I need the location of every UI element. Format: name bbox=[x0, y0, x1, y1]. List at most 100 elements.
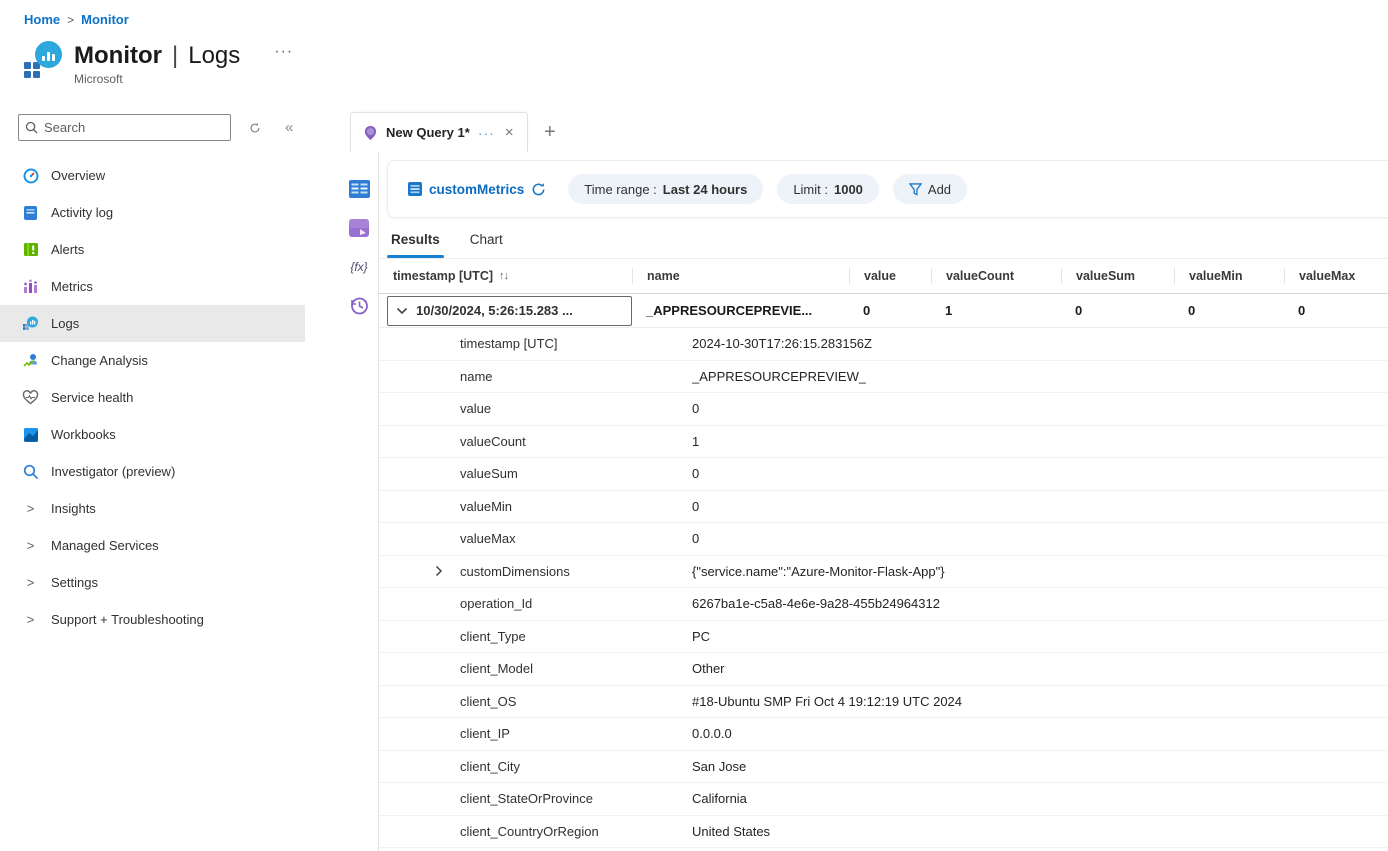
chevron-right-icon: > bbox=[22, 575, 39, 590]
example-queries-panel-icon[interactable] bbox=[348, 217, 370, 239]
query-tab-label: New Query 1* bbox=[386, 125, 470, 140]
sidebar-item-logs[interactable]: Logs bbox=[0, 305, 305, 342]
tab-close-icon[interactable]: × bbox=[503, 124, 516, 141]
results-table-header: timestamp [UTC] ↑↓ name value valueCount… bbox=[379, 258, 1388, 294]
tab-more-options-icon[interactable]: ··· bbox=[478, 125, 495, 141]
refresh-icon[interactable] bbox=[531, 182, 546, 197]
column-header-valuecount[interactable]: valueCount bbox=[931, 268, 1061, 284]
more-options-icon[interactable]: ··· bbox=[274, 43, 293, 61]
column-header-valuesum[interactable]: valueSum bbox=[1061, 268, 1174, 284]
chevron-down-icon[interactable] bbox=[396, 307, 408, 315]
page-title-divider: | bbox=[172, 41, 178, 71]
detail-value: United States bbox=[692, 824, 770, 839]
refresh-menu-icon[interactable] bbox=[249, 122, 261, 134]
sidebar-item-overview[interactable]: Overview bbox=[0, 157, 305, 194]
limit-label: Limit : bbox=[793, 182, 828, 197]
sidebar-group-label: Support + Troubleshooting bbox=[51, 612, 204, 627]
page-title-main: Monitor bbox=[74, 41, 162, 71]
timestamp-cell-focused[interactable]: 10/30/2024, 5:26:15.283 ... bbox=[387, 296, 632, 326]
table-name-label: customMetrics bbox=[429, 182, 524, 197]
sidebar-group-label: Managed Services bbox=[51, 538, 159, 553]
query-builder-bar: customMetrics Time range : Last 24 hours… bbox=[387, 160, 1388, 218]
sidebar-item-workbooks[interactable]: Workbooks bbox=[0, 416, 305, 453]
column-header-valuemax[interactable]: valueMax bbox=[1284, 268, 1388, 284]
tables-panel-icon[interactable] bbox=[348, 178, 370, 200]
detail-row-client-stateorprovince: client_StateOrProvince California bbox=[379, 783, 1388, 816]
sidebar-search[interactable] bbox=[18, 114, 231, 141]
sort-icon[interactable]: ↑↓ bbox=[499, 270, 508, 282]
monitor-logo-icon bbox=[24, 41, 62, 81]
detail-row-client-type: client_Type PC bbox=[379, 621, 1388, 654]
detail-value: California bbox=[692, 791, 747, 806]
collapse-sidebar-icon[interactable]: « bbox=[285, 119, 293, 136]
sidebar-item-alerts[interactable]: Alerts bbox=[0, 231, 305, 268]
functions-panel-icon[interactable]: {fx} bbox=[348, 256, 370, 278]
breadcrumb-home-link[interactable]: Home bbox=[24, 12, 60, 27]
tab-chart[interactable]: Chart bbox=[470, 232, 503, 258]
sidebar-item-label: Service health bbox=[51, 390, 133, 405]
row-valuemax: 0 bbox=[1284, 303, 1388, 318]
query-tab-strip: New Query 1* ··· × + bbox=[340, 108, 1388, 152]
add-filter-pill[interactable]: Add bbox=[893, 174, 967, 204]
detail-key: client_Type bbox=[460, 629, 692, 644]
detail-value: 0 bbox=[692, 401, 699, 416]
filter-icon bbox=[909, 183, 922, 196]
detail-row-customdimensions[interactable]: customDimensions {"service.name":"Azure-… bbox=[379, 556, 1388, 589]
table-row[interactable]: 10/30/2024, 5:26:15.283 ... _APPRESOURCE… bbox=[379, 294, 1388, 328]
detail-row-client-city: client_City San Jose bbox=[379, 751, 1388, 784]
detail-value: {"service.name":"Azure-Monitor-Flask-App… bbox=[692, 564, 945, 579]
time-range-label: Time range : bbox=[584, 182, 657, 197]
sidebar-group-insights[interactable]: > Insights bbox=[0, 490, 305, 527]
table-selector[interactable]: customMetrics bbox=[408, 181, 546, 197]
limit-pill[interactable]: Limit : 1000 bbox=[777, 174, 879, 204]
table-icon bbox=[408, 181, 422, 197]
detail-key: name bbox=[460, 369, 692, 384]
sidebar-group-support-troubleshooting[interactable]: > Support + Troubleshooting bbox=[0, 601, 305, 638]
time-range-pill[interactable]: Time range : Last 24 hours bbox=[568, 174, 763, 204]
detail-row-valuecount: valueCount 1 bbox=[379, 426, 1388, 459]
side-tool-strip: {fx} bbox=[340, 152, 379, 851]
query-tab[interactable]: New Query 1* ··· × bbox=[350, 112, 528, 152]
sidebar-item-label: Metrics bbox=[51, 279, 93, 294]
sidebar-item-service-health[interactable]: Service health bbox=[0, 379, 305, 416]
sidebar-item-investigator[interactable]: Investigator (preview) bbox=[0, 453, 305, 490]
tab-results[interactable]: Results bbox=[391, 232, 440, 258]
breadcrumb-separator: > bbox=[67, 13, 74, 27]
column-header-name[interactable]: name bbox=[632, 268, 849, 284]
column-header-timestamp[interactable]: timestamp [UTC] ↑↓ bbox=[379, 268, 632, 284]
title-row: Monitor | Logs Microsoft ··· bbox=[24, 41, 1388, 86]
detail-value: 0 bbox=[692, 466, 699, 481]
new-tab-icon[interactable]: + bbox=[544, 121, 556, 144]
metrics-icon bbox=[22, 278, 39, 295]
search-icon bbox=[25, 121, 38, 134]
detail-row-valuemin: valueMin 0 bbox=[379, 491, 1388, 524]
detail-key: customDimensions bbox=[460, 564, 692, 579]
workbooks-icon bbox=[22, 426, 39, 443]
sidebar-item-change-analysis[interactable]: Change Analysis bbox=[0, 342, 305, 379]
result-view-tabs: Results Chart bbox=[379, 218, 1388, 258]
sidebar-group-label: Settings bbox=[51, 575, 98, 590]
row-valuecount: 1 bbox=[931, 303, 1061, 318]
query-history-panel-icon[interactable] bbox=[348, 295, 370, 317]
detail-value: 1 bbox=[692, 434, 699, 449]
chevron-right-icon[interactable] bbox=[435, 565, 443, 577]
search-input[interactable] bbox=[44, 120, 224, 135]
breadcrumb: Home > Monitor bbox=[24, 12, 1388, 27]
breadcrumb-monitor-link[interactable]: Monitor bbox=[81, 12, 129, 27]
detail-row-timestamp: timestamp [UTC] 2024-10-30T17:26:15.2831… bbox=[379, 328, 1388, 361]
sidebar-group-settings[interactable]: > Settings bbox=[0, 564, 305, 601]
investigator-icon bbox=[22, 463, 39, 480]
sidebar-item-metrics[interactable]: Metrics bbox=[0, 268, 305, 305]
sidebar-item-activity-log[interactable]: Activity log bbox=[0, 194, 305, 231]
sidebar-item-label: Investigator (preview) bbox=[51, 464, 175, 479]
sidebar-group-label: Insights bbox=[51, 501, 96, 516]
column-header-valuemin[interactable]: valueMin bbox=[1174, 268, 1284, 284]
sidebar-item-label: Activity log bbox=[51, 205, 113, 220]
expanded-row-details: timestamp [UTC] 2024-10-30T17:26:15.2831… bbox=[379, 328, 1388, 851]
row-valuemin: 0 bbox=[1174, 303, 1284, 318]
sidebar-group-managed-services[interactable]: > Managed Services bbox=[0, 527, 305, 564]
detail-value: 6267ba1e-c5a8-4e6e-9a28-455b24964312 bbox=[692, 596, 940, 611]
column-header-value[interactable]: value bbox=[849, 268, 931, 284]
detail-row-valuesum: valueSum 0 bbox=[379, 458, 1388, 491]
detail-value: PC bbox=[692, 629, 710, 644]
